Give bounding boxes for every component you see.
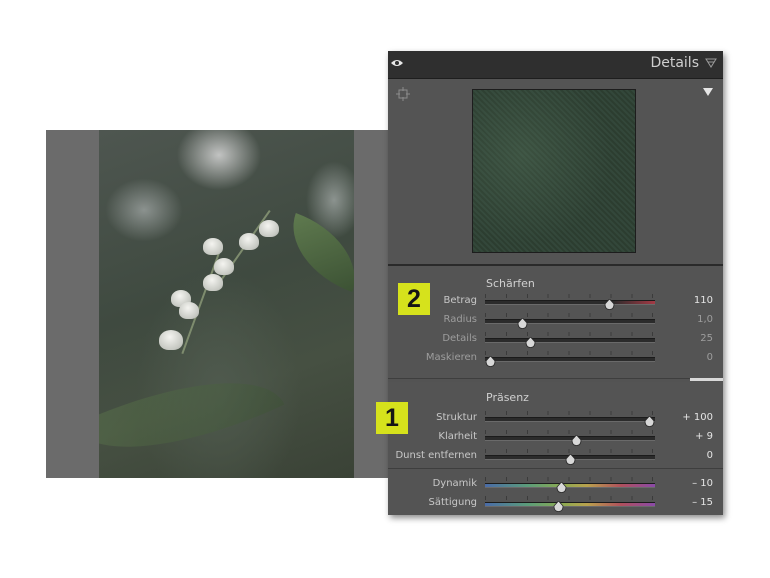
slider-track-dynamik[interactable] — [485, 483, 655, 488]
slider-ticks — [485, 351, 655, 355]
presence-section: Präsenz 1 Struktur + 100 Klarheit + 9 Dunst … — [376, 382, 723, 515]
slider-label-struktur: Struktur — [436, 412, 477, 423]
flower-bell — [239, 233, 259, 250]
slider-value-details[interactable]: 25 — [663, 333, 713, 344]
slider-thumb-sättigung[interactable] — [553, 497, 564, 512]
slider-track-klarheit[interactable] — [485, 436, 655, 441]
flower-bell — [179, 302, 199, 319]
photo-lily-of-the-valley — [99, 130, 354, 478]
slider-thumb-betrag[interactable] — [604, 295, 615, 310]
slider-value-dunst-entfernen[interactable]: 0 — [663, 450, 713, 461]
panel-title: Details — [650, 55, 699, 71]
slider-track-sättigung[interactable] — [485, 502, 655, 507]
slider-value-dynamik[interactable]: – 10 — [663, 478, 713, 489]
slider-label-dunst-entfernen: Dunst entfernen — [395, 450, 477, 461]
slider-ticks — [485, 332, 655, 336]
slider-thumb-struktur[interactable] — [644, 412, 655, 427]
slider-value-maskieren[interactable]: 0 — [663, 352, 713, 363]
slider-label-details: Details — [442, 333, 477, 344]
slider-ticks — [485, 496, 655, 500]
slider-label-klarheit: Klarheit — [438, 431, 477, 442]
slider-label-maskieren: Maskieren — [425, 352, 477, 363]
flower-bell — [214, 258, 234, 275]
slider-label-radius: Radius — [443, 314, 477, 325]
section-scroll-indicator — [690, 378, 723, 381]
slider-track-radius[interactable] — [485, 319, 655, 324]
section-title-presence: Präsenz — [486, 391, 529, 404]
slider-value-struktur[interactable]: + 100 — [663, 412, 713, 423]
slider-track-betrag[interactable] — [485, 300, 655, 305]
panel-header[interactable]: Details — [388, 51, 723, 79]
slider-thumb-dunst-entfernen[interactable] — [565, 450, 576, 465]
target-crosshair-icon[interactable] — [396, 87, 410, 101]
flower-bell — [203, 274, 223, 291]
slider-thumb-dynamik[interactable] — [556, 478, 567, 493]
photo-frame — [46, 130, 389, 478]
zoom-preview-image[interactable] — [472, 89, 636, 253]
slider-track-details[interactable] — [485, 338, 655, 343]
flower-bell — [203, 238, 223, 255]
section-title-sharpening: Schärfen — [486, 277, 535, 290]
step-badge-1: 1 — [376, 402, 408, 434]
details-panel: Details Schärfen 2 Betrag 110 Radius 1,0 Det… — [376, 51, 723, 515]
section-divider — [388, 378, 723, 379]
slider-track-struktur[interactable] — [485, 417, 655, 422]
leaf-shape — [277, 212, 354, 293]
eye-icon[interactable] — [391, 59, 403, 67]
preview-toggle-triangle-icon[interactable] — [703, 87, 713, 97]
flower-bell — [259, 220, 279, 237]
slider-value-radius[interactable]: 1,0 — [663, 314, 713, 325]
slider-ticks — [485, 411, 655, 415]
slider-ticks — [485, 477, 655, 481]
presence-inner-divider — [388, 468, 723, 469]
step-badge-2: 2 — [398, 283, 430, 315]
slider-thumb-radius[interactable] — [517, 314, 528, 329]
slider-value-sättigung[interactable]: – 15 — [663, 497, 713, 508]
slider-label-betrag: Betrag — [443, 295, 477, 306]
slider-thumb-klarheit[interactable] — [571, 431, 582, 446]
detail-preview-section — [388, 79, 723, 266]
slider-value-betrag[interactable]: 110 — [663, 295, 713, 306]
slider-ticks — [485, 313, 655, 317]
flower-bell — [159, 330, 183, 350]
sharpening-section: Schärfen 2 Betrag 110 Radius 1,0 Details 25 Ma… — [388, 266, 723, 378]
slider-thumb-maskieren[interactable] — [485, 352, 496, 367]
slider-ticks — [485, 430, 655, 434]
collapse-triangle-icon[interactable] — [705, 57, 717, 69]
slider-thumb-details[interactable] — [525, 333, 536, 348]
slider-value-klarheit[interactable]: + 9 — [663, 431, 713, 442]
slider-label-dynamik: Dynamik — [432, 478, 477, 489]
slider-track-maskieren[interactable] — [485, 357, 655, 362]
slider-label-sättigung: Sättigung — [428, 497, 477, 508]
leaf-shape — [99, 341, 285, 478]
slider-ticks — [485, 294, 655, 298]
